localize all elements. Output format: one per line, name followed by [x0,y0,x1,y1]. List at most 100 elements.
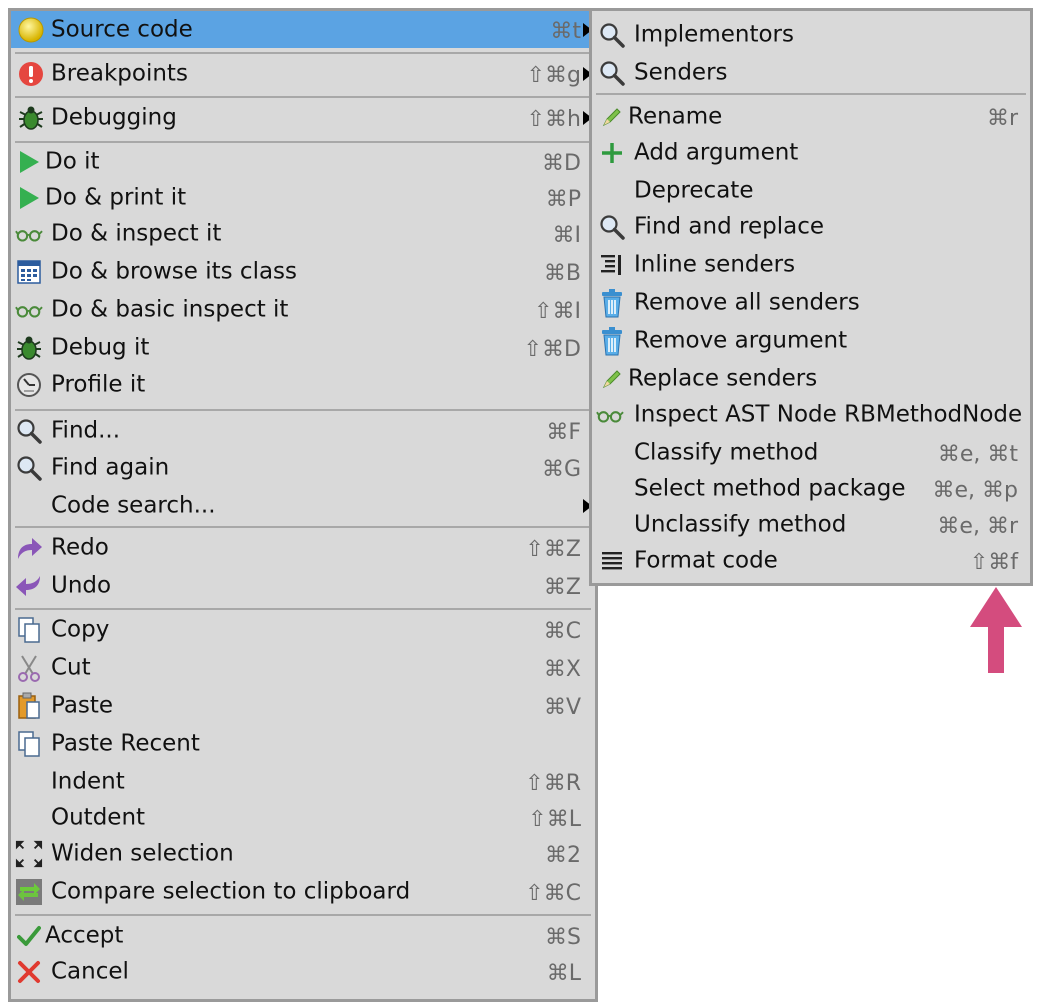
menu-item-replace-senders[interactable]: Replace senders [592,361,1030,397]
menu-item-find-again[interactable]: Find again ⌘G [11,450,595,486]
menu-item-code-search[interactable]: Code search... [11,488,595,524]
glasses-icon [15,220,43,248]
menu-item-label: Deprecate [634,177,754,204]
context-menu: Source code ⌘t Breakpoints ⇧⌘g Debugging ⇧⌘h D… [8,8,598,1002]
shortcut-hint: ⌘Z [543,575,581,600]
menu-item-label: Paste Recent [51,730,200,757]
menu-item-label: Unclassify method [634,511,847,538]
menu-item-do-and-inspect-it[interactable]: Do & inspect it ⌘I [11,216,595,252]
menu-item-select-method-package[interactable]: Select method package ⌘e, ⌘p [592,471,1030,507]
menu-item-label: Code search... [51,492,216,519]
shortcut-hint: ⇧⌘Z [525,537,581,562]
menu-item-do-and-browse-its-class[interactable]: Do & browse its class ⌘B [11,254,595,290]
menu-item-label: Remove all senders [634,289,860,316]
menu-item-label: Outdent [51,804,146,831]
shortcut-hint: ⌘I [552,223,582,248]
plus-icon [598,139,626,167]
menu-item-label: Do & inspect it [51,220,222,247]
menu-item-paste-recent[interactable]: Paste Recent [11,726,595,762]
menu-item-inline-senders[interactable]: Inline senders [592,247,1030,283]
menu-item-label: Select method package [634,475,906,502]
menu-item-format-code[interactable]: Format code ⇧⌘f [592,543,1030,579]
pencil-icon [598,103,626,131]
menu-item-label: Widen selection [51,840,234,867]
menu-item-label: Remove argument [634,327,848,354]
menu-item-label: Do & browse its class [51,258,298,285]
menu-item-outdent[interactable]: Outdent ⇧⌘L [11,800,595,836]
trash-icon [598,327,626,356]
menu-separator [15,409,591,411]
source-code-submenu: Implementors Senders Rename ⌘r Add argument D… [589,8,1033,586]
menu-item-inspect-ast-node-rbmethodnode[interactable]: Inspect AST Node RBMethodNode [592,397,1030,433]
expand-icon [15,840,43,868]
menu-item-label: Inline senders [634,251,796,278]
menu-item-rename[interactable]: Rename ⌘r [592,99,1030,135]
trash-icon [598,289,626,318]
yellow-ball-icon [17,16,45,44]
menu-item-deprecate[interactable]: Deprecate [592,173,1030,209]
menu-item-undo[interactable]: Undo ⌘Z [11,568,595,604]
menu-item-label: Undo [51,572,112,599]
paste-icon [15,692,43,720]
shortcut-hint: ⌘e, ⌘p [932,478,1019,503]
menu-item-implementors[interactable]: Implementors [592,17,1030,53]
magnifier-icon [598,59,626,87]
shortcut-hint: ⇧⌘D [523,337,581,362]
menu-item-senders[interactable]: Senders [592,55,1030,91]
menu-item-label: Copy [51,616,110,643]
menu-item-label: Accept [45,922,124,949]
bug-icon [17,104,45,132]
menu-item-breakpoints[interactable]: Breakpoints ⇧⌘g [11,56,595,92]
menu-item-profile-it[interactable]: Profile it [11,367,595,403]
menu-item-do-and-basic-inspect-it[interactable]: Do & basic inspect it ⇧⌘I [11,292,595,328]
shortcut-hint: ⌘D [542,151,581,176]
menu-item-label: Cancel [51,958,129,985]
shortcut-hint: ⌘L [546,961,581,986]
menu-item-redo[interactable]: Redo ⇧⌘Z [11,530,595,566]
menu-item-debugging[interactable]: Debugging ⇧⌘h [11,100,595,136]
shortcut-hint: ⌘P [545,187,581,212]
menu-item-do-it[interactable]: Do it ⌘D [11,144,595,180]
redo-icon [15,534,43,562]
menu-item-do-and-print-it[interactable]: Do & print it ⌘P [11,180,595,216]
menu-item-label: Breakpoints [51,60,188,87]
exclamation-icon [17,60,45,88]
menu-item-remove-argument[interactable]: Remove argument [592,323,1030,359]
menu-item-label: Do & print it [45,184,187,211]
menu-item-remove-all-senders[interactable]: Remove all senders [592,285,1030,321]
menu-item-unclassify-method[interactable]: Unclassify method ⌘e, ⌘r [592,507,1030,543]
menu-item-widen-selection[interactable]: Widen selection ⌘2 [11,836,595,872]
menu-item-debug-it[interactable]: Debug it ⇧⌘D [11,330,595,366]
menu-item-label: Format code [634,547,778,574]
menu-item-accept[interactable]: Accept ⌘S [11,918,595,954]
menu-item-label: Senders [634,59,728,86]
magnifier-icon [598,213,626,241]
menu-item-compare-selection-to-clipboard[interactable]: Compare selection to clipboard ⇧⌘C [11,874,595,910]
browse-icon [15,258,43,286]
shortcut-hint: ⌘X [543,657,581,682]
menu-item-label: Find and replace [634,213,824,240]
menu-item-cut[interactable]: Cut ⌘X [11,650,595,686]
menu-item-find-and-replace[interactable]: Find and replace [592,209,1030,245]
inline-icon [598,251,626,279]
shortcut-hint: ⌘F [546,420,581,445]
check-icon [15,922,43,950]
compare-icon [15,878,43,906]
menu-item-add-argument[interactable]: Add argument [592,135,1030,171]
menu-item-classify-method[interactable]: Classify method ⌘e, ⌘t [592,435,1030,471]
menu-item-label: Inspect AST Node RBMethodNode [634,401,1023,428]
shortcut-hint: ⇧⌘R [525,771,581,796]
menu-item-label: Do & basic inspect it [51,296,289,323]
menu-item-copy[interactable]: Copy ⌘C [11,612,595,648]
menu-item-indent[interactable]: Indent ⇧⌘R [11,764,595,800]
shortcut-hint: ⌘2 [545,843,581,868]
menu-item-paste[interactable]: Paste ⌘V [11,688,595,724]
menu-item-label: Debugging [51,104,177,131]
shortcut-hint: ⌘C [543,619,581,644]
play-icon [15,148,43,176]
shortcut-hint: ⌘t [550,18,581,44]
menu-item-find[interactable]: Find... ⌘F [11,413,595,449]
magnifier-icon [15,417,43,445]
menu-item-source-code[interactable]: Source code ⌘t [11,11,595,48]
menu-item-cancel[interactable]: Cancel ⌘L [11,954,595,990]
